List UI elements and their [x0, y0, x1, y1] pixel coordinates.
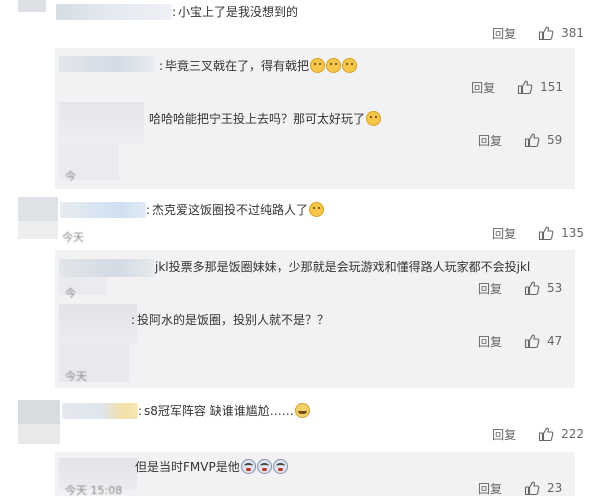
reply-button[interactable]: 回复	[478, 132, 502, 149]
username[interactable]	[56, 4, 172, 20]
like-count: 135	[561, 226, 584, 240]
comment-actions: 回复 53	[478, 280, 563, 296]
reply-item: 但是当时FMVP是他 今天 15:08 回复 23	[55, 452, 575, 497]
thumbs-up-icon[interactable]	[524, 333, 540, 349]
thumbs-up-icon[interactable]	[517, 79, 533, 95]
comment-text: 但是当时FMVP是他	[135, 459, 288, 475]
reply-button[interactable]: 回复	[478, 280, 502, 297]
avatar[interactable]	[18, 197, 58, 239]
thumbs-up-icon[interactable]	[524, 132, 540, 148]
reply-button[interactable]: 回复	[492, 25, 516, 42]
cry-emoji-icon	[256, 459, 272, 474]
cry-emoji-icon	[240, 459, 256, 474]
like-count: 222	[561, 427, 584, 441]
avatar[interactable]	[18, 0, 46, 12]
doge-emoji-icon	[342, 58, 358, 73]
comment-actions: 回复 23	[478, 480, 563, 496]
reply-button[interactable]: 回复	[492, 225, 516, 242]
like-count: 59	[547, 133, 563, 147]
reply-item: 哈哈哈能把宁王投上去吗？那可太好玩了 今 回复 59	[55, 96, 575, 189]
comment-item: : 杰克爱这饭圈投不过纯路人了 今天 回复 135	[0, 189, 596, 244]
thumbs-up-icon[interactable]	[524, 480, 540, 496]
comment-actions: 回复 135	[492, 225, 584, 241]
like-count: 53	[547, 281, 563, 295]
avatar[interactable]	[18, 400, 60, 444]
cry-emoji-icon	[272, 459, 288, 474]
reply-item: : 投阿水的是饭圈，投别人就不是？？ 今天 回复 47	[55, 298, 575, 388]
doge-emoji-icon	[326, 58, 342, 73]
reply-item: jkl投票多那是饭圈妹妹，少那就是会玩游戏和懂得路人玩家都不会投jkl 今 回复…	[55, 250, 575, 300]
comment-actions: 回复 381	[492, 25, 584, 41]
comment-text: : s8冠军阵容 缺谁谁尴尬……	[138, 403, 310, 419]
comment-text: : 毕竟三叉戟在了，得有戟把	[159, 58, 358, 74]
thumbs-up-icon[interactable]	[524, 280, 540, 296]
comment-actions: 回复 222	[492, 426, 584, 442]
grin-emoji-icon	[294, 403, 310, 418]
reply-button[interactable]: 回复	[478, 480, 502, 497]
like-count: 47	[547, 334, 563, 348]
comment-text: : 杰克爱这饭圈投不过纯路人了	[146, 202, 325, 218]
username[interactable]	[62, 403, 138, 419]
username[interactable]	[60, 202, 146, 218]
doge-emoji-icon	[309, 202, 325, 217]
comment-item: : s8冠军阵容 缺谁谁尴尬…… 回复 222	[0, 393, 596, 447]
comment-actions: 回复 151	[471, 79, 563, 95]
timestamp: 今天	[62, 231, 84, 244]
like-count: 151	[540, 80, 563, 94]
comment-text: : 投阿水的是饭圈，投别人就不是？？	[131, 313, 330, 327]
like-count: 381	[561, 26, 584, 40]
doge-emoji-icon	[366, 111, 382, 126]
like-count: 23	[547, 481, 563, 495]
doge-emoji-icon	[310, 58, 326, 73]
timestamp: 今天	[65, 370, 87, 383]
comment-actions: 回复 47	[478, 333, 563, 349]
comment-text: jkl投票多那是饭圈妹妹，少那就是会玩游戏和懂得路人玩家都不会投jkl	[155, 260, 531, 274]
reply-button[interactable]: 回复	[492, 426, 516, 443]
thumbs-up-icon[interactable]	[538, 225, 554, 241]
thumbs-up-icon[interactable]	[538, 426, 554, 442]
comment-text: : 小宝上了是我没想到的	[172, 5, 299, 19]
comment-text: 哈哈哈能把宁王投上去吗？那可太好玩了	[149, 111, 382, 127]
thumbs-up-icon[interactable]	[538, 25, 554, 41]
reply-button[interactable]: 回复	[478, 333, 502, 350]
reply-button[interactable]: 回复	[471, 79, 495, 96]
reply-item: : 毕竟三叉戟在了，得有戟把 回复 151	[55, 48, 575, 96]
comment-actions: 回复 59	[478, 132, 563, 148]
avatar[interactable]	[59, 56, 154, 72]
timestamp: 今	[65, 170, 76, 183]
comment-item: : 小宝上了是我没想到的 回复 381	[0, 0, 596, 48]
